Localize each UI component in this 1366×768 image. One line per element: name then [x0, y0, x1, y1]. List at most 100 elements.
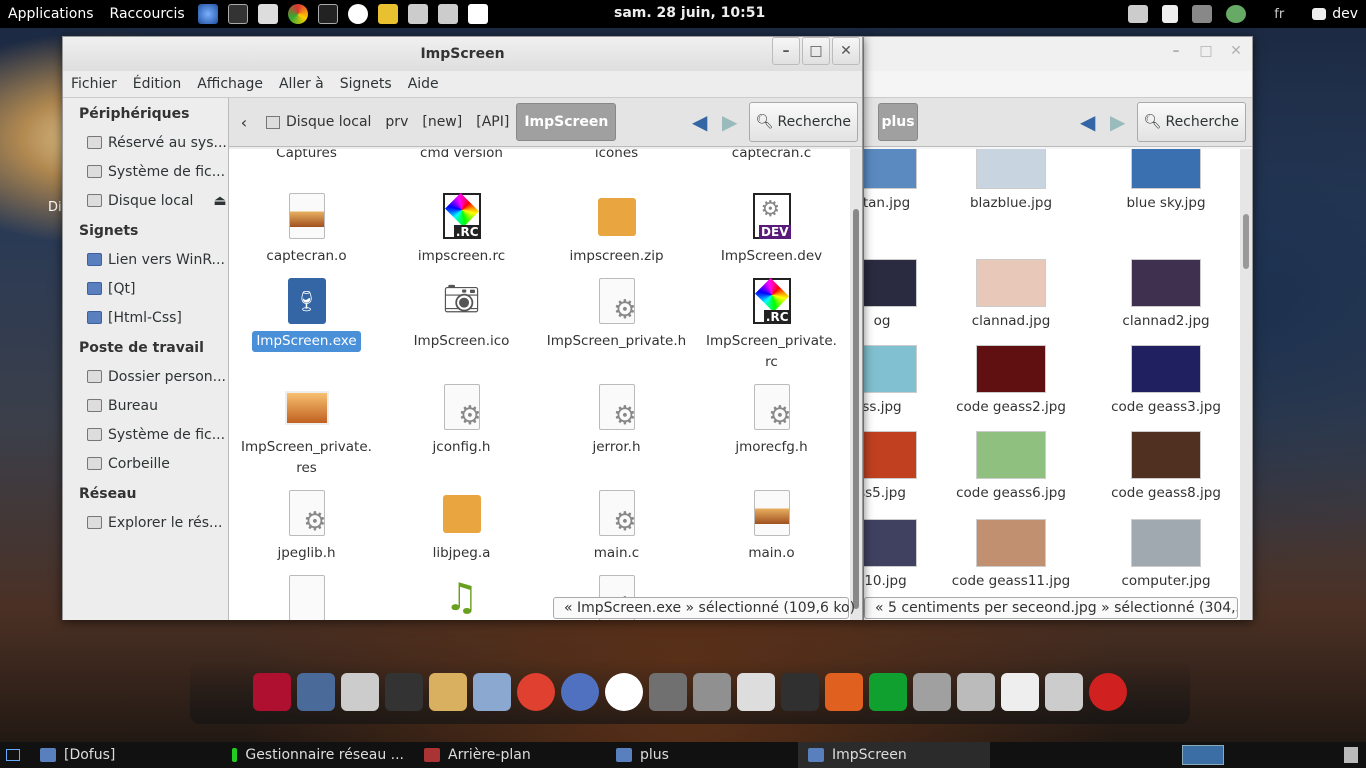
chrome-icon[interactable]	[287, 4, 308, 24]
file-item[interactable]: Captures	[229, 149, 384, 172]
file-item[interactable]: computer.jpg	[1086, 519, 1240, 589]
menu-signets[interactable]: Signets	[332, 76, 400, 92]
task-dofus[interactable]: [Dofus]	[30, 742, 222, 768]
ant-icon[interactable]	[649, 673, 687, 711]
status-icon[interactable]	[1226, 5, 1247, 23]
back-arrow-icon[interactable]: ◀	[685, 107, 715, 137]
scroll-thumb[interactable]	[1243, 214, 1249, 269]
close-icon[interactable]: ✕	[1222, 37, 1250, 65]
file-item[interactable]: ⚙ DEV ImpScreen.dev	[694, 172, 849, 275]
task-plus[interactable]: plus	[606, 742, 798, 768]
search-button[interactable]: 🔍︎ Recherche	[748, 102, 858, 142]
menu-edition[interactable]: Édition	[125, 76, 189, 92]
breadcrumb-disque-local[interactable]: Disque local	[259, 103, 378, 141]
workspace-switcher[interactable]	[1182, 745, 1224, 765]
desktop-icon-label[interactable]: Di	[48, 200, 62, 215]
file-item[interactable]: captecran.c	[694, 149, 849, 172]
minimize-icon[interactable]: –	[772, 37, 800, 65]
back-arrow-icon[interactable]: ◀	[1073, 107, 1103, 137]
menu-aide[interactable]: Aide	[400, 76, 447, 92]
minimize-icon[interactable]: –	[1162, 37, 1190, 65]
sidebar-item[interactable]: Système de fic...	[63, 157, 228, 186]
maximize-icon[interactable]: □	[802, 37, 830, 65]
file-item[interactable]: jpeglib.h	[229, 487, 384, 572]
shortcuts-menu[interactable]: Raccourcis	[102, 6, 193, 22]
eject-icon[interactable]: ⏏	[213, 193, 226, 209]
amule-icon[interactable]	[605, 673, 643, 711]
file-item[interactable]: clannad.jpg	[931, 259, 1091, 329]
magnifier-icon[interactable]	[341, 673, 379, 711]
titlebar[interactable]: ImpScreen – □ ✕	[63, 37, 862, 71]
amule-icon[interactable]	[347, 4, 368, 24]
breadcrumb-new[interactable]: [new]	[415, 103, 469, 141]
breadcrumb-impscreen[interactable]: ImpScreen	[516, 103, 617, 141]
network-icon[interactable]	[869, 673, 907, 711]
file-item[interactable]: jconfig.h	[384, 381, 539, 487]
brightness-icon[interactable]	[1001, 673, 1039, 711]
trash-icon[interactable]	[1344, 747, 1358, 763]
battery-icon[interactable]	[1045, 673, 1083, 711]
wine-icon[interactable]	[467, 4, 488, 24]
editor-icon[interactable]	[737, 673, 775, 711]
keyboard-layout[interactable]: fr	[1274, 7, 1284, 22]
forward-arrow-icon[interactable]: ▶	[1103, 107, 1133, 137]
monitor-icon[interactable]	[317, 4, 338, 24]
display-icon[interactable]	[1192, 5, 1213, 23]
volume-icon[interactable]	[1162, 5, 1179, 23]
sidebar-item[interactable]: Bureau	[63, 391, 228, 420]
sidebar-item[interactable]: Lien vers WinR...	[63, 245, 228, 274]
file-item[interactable]: .RC impscreen.rc	[384, 172, 539, 275]
file-item[interactable]: libjpeg.a	[384, 487, 539, 572]
scrollbar[interactable]	[850, 149, 862, 620]
file-item[interactable]: jerror.h	[539, 381, 694, 487]
chrome-icon[interactable]	[517, 673, 555, 711]
terminal-icon[interactable]	[385, 673, 423, 711]
file-item[interactable]: cmd version	[384, 149, 539, 172]
sidebar-item[interactable]: [Qt]	[63, 274, 228, 303]
file-item[interactable]: clannad2.jpg	[1086, 259, 1240, 329]
sidebar-item[interactable]: Corbeille	[63, 449, 228, 478]
file-item[interactable]: .RC ImpScreen_private. rc	[694, 275, 849, 381]
menu-fichier[interactable]: Fichier	[63, 76, 125, 92]
sidebar-item[interactable]: Réservé au sys...	[63, 128, 228, 157]
close-icon[interactable]: ✕	[832, 37, 860, 65]
file-item[interactable]: blue sky.jpg	[1086, 149, 1240, 211]
breadcrumb-api[interactable]: [API]	[469, 103, 516, 141]
applications-menu[interactable]: Applications	[0, 6, 102, 22]
user-menu[interactable]: dev	[1312, 6, 1358, 22]
disk-icon[interactable]	[429, 673, 467, 711]
file-item[interactable]: code geass8.jpg	[1086, 431, 1240, 501]
file-item[interactable]: Makefile.win	[229, 572, 384, 620]
file-item[interactable]: ImpScreen_private.h	[539, 275, 694, 381]
file-item[interactable]: code geass11.jpg	[931, 519, 1091, 589]
menu-aller[interactable]: Aller à	[271, 76, 332, 92]
office-icon[interactable]	[825, 673, 863, 711]
sidebar-item[interactable]: Système de fic...	[63, 420, 228, 449]
file-item[interactable]: icones	[539, 149, 694, 172]
file-item[interactable]: jmorecfg.h	[694, 381, 849, 487]
calculator-icon[interactable]	[693, 673, 731, 711]
search-button[interactable]: 🔍︎ Recherche	[1136, 102, 1246, 142]
menu-affichage[interactable]: Affichage	[189, 76, 271, 92]
scroll-thumb[interactable]	[853, 209, 859, 609]
web-icon[interactable]	[561, 673, 599, 711]
files-icon[interactable]	[473, 673, 511, 711]
file-item[interactable]: code geass6.jpg	[931, 431, 1091, 501]
sidebar-item[interactable]: Explorer le rés...	[63, 508, 228, 537]
terminal-icon[interactable]	[227, 4, 248, 24]
scrollbar[interactable]	[1240, 149, 1252, 620]
file-item[interactable]: 🍷︎ ImpScreen.exe	[229, 275, 384, 381]
network-icon[interactable]	[437, 4, 458, 24]
file-item[interactable]: ImpScreen_private. res	[229, 381, 384, 487]
chevron-left-icon[interactable]: ‹	[229, 107, 259, 137]
network-icon[interactable]	[1128, 5, 1149, 23]
monitor-icon[interactable]	[781, 673, 819, 711]
task-impscreen[interactable]: ImpScreen	[798, 742, 990, 768]
tools-icon[interactable]	[913, 673, 951, 711]
forward-arrow-icon[interactable]: ▶	[715, 107, 745, 137]
network-icon[interactable]	[407, 4, 428, 24]
camera-icon[interactable]	[957, 673, 995, 711]
sidebar-item[interactable]: Dossier person...	[63, 362, 228, 391]
maximize-icon[interactable]: □	[1192, 37, 1220, 65]
task-network-manager[interactable]: Gestionnaire réseau ...	[222, 742, 414, 768]
